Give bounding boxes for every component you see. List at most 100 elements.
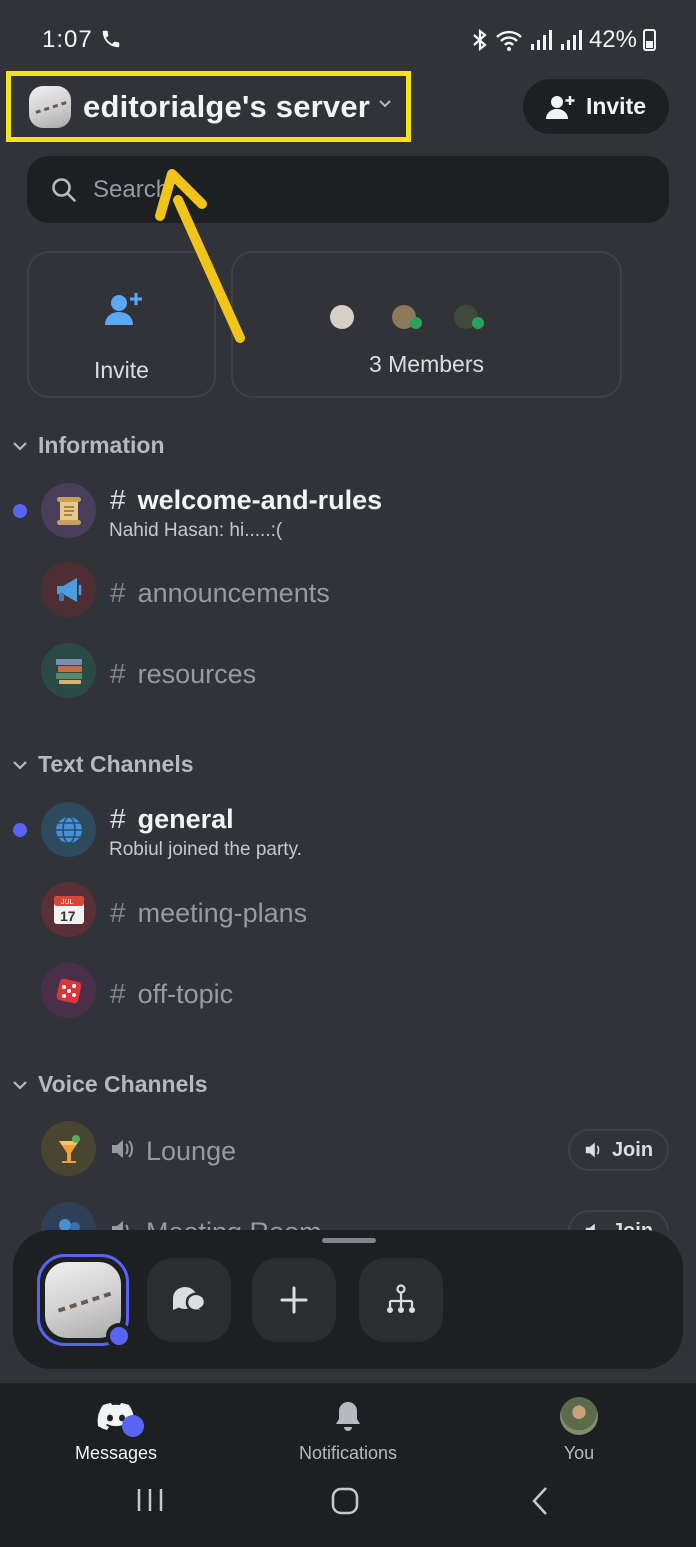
nav-you[interactable]: You	[504, 1395, 654, 1464]
channel-announcements[interactable]: # announcements	[0, 555, 696, 631]
search-icon	[52, 177, 76, 202]
join-voice-button[interactable]: Join	[568, 1210, 669, 1231]
channel-name: # welcome-and-rules	[110, 484, 382, 516]
category-label: Text Channels	[38, 751, 194, 777]
channel-preview: Nahid Hasan: hi.....:(	[109, 520, 283, 541]
battery-percent: 42%	[588, 26, 637, 53]
add-server-button[interactable]	[252, 1258, 336, 1342]
user-avatar	[560, 1397, 598, 1435]
chevron-down-icon	[13, 441, 27, 451]
header-invite-button[interactable]: Invite	[523, 79, 669, 134]
online-status-dot	[410, 317, 422, 329]
recent-apps-icon[interactable]	[135, 1486, 165, 1514]
calendar-month: JUL	[61, 899, 74, 906]
scroll-icon	[41, 483, 96, 538]
server-avatar	[29, 85, 71, 128]
tropical-drink-icon	[41, 1121, 96, 1176]
nav-icon-wrap	[273, 1395, 423, 1437]
member-avatar	[392, 305, 422, 329]
header-invite-label: Invite	[585, 93, 647, 119]
invite-card-label: Invite	[94, 357, 149, 383]
channel-name: # announcements	[110, 577, 330, 609]
nav-icon-wrap	[41, 1395, 191, 1437]
megaphone-icon	[41, 562, 96, 617]
join-label: Join	[611, 1138, 654, 1161]
people-icon	[41, 1202, 96, 1231]
hierarchy-icon	[387, 1284, 415, 1313]
hash-icon: #	[110, 484, 126, 515]
plus-icon	[280, 1286, 308, 1314]
unread-indicator	[13, 823, 27, 837]
unread-badge	[106, 1323, 132, 1349]
unread-indicator	[13, 504, 27, 518]
hash-icon: #	[110, 658, 126, 689]
channel-label: Lounge	[146, 1136, 237, 1166]
globe-icon	[41, 802, 96, 857]
voice-channel-lounge[interactable]: Lounge Join	[0, 1114, 696, 1190]
nav-messages-label: Messages	[74, 1443, 158, 1463]
chevron-down-icon	[13, 1080, 27, 1090]
channel-welcome-and-rules[interactable]: # welcome-and-rules Nahid Hasan: hi.....…	[0, 478, 696, 554]
bluetooth-icon	[473, 28, 487, 52]
channel-general[interactable]: # general Robiul joined the party.	[0, 797, 696, 873]
server-header[interactable]: editorialge's server	[6, 71, 411, 142]
drag-handle[interactable]	[322, 1238, 376, 1243]
server-dock	[13, 1230, 683, 1369]
voice-channel-meeting-room[interactable]: Meeting Room Join	[0, 1195, 696, 1231]
chevron-down-icon	[379, 99, 391, 107]
direct-messages-button[interactable]	[147, 1258, 231, 1342]
hash-icon: #	[110, 803, 126, 834]
channel-meeting-plans[interactable]: JUL 17 # meeting-plans	[0, 875, 696, 951]
channel-label: off-topic	[137, 979, 234, 1009]
hash-icon: #	[110, 978, 126, 1009]
channel-label: general	[137, 804, 234, 834]
nav-icon-wrap	[504, 1395, 654, 1437]
category-voice-channels[interactable]: Voice Channels	[12, 1071, 208, 1098]
nav-you-label: You	[563, 1443, 595, 1463]
system-nav-bar	[0, 1468, 696, 1547]
join-voice-button[interactable]: Join	[568, 1129, 669, 1171]
wifi-icon	[496, 30, 522, 51]
channel-off-topic[interactable]: # off-topic	[0, 956, 696, 1032]
add-user-icon	[545, 95, 575, 119]
back-icon[interactable]	[530, 1486, 550, 1516]
members-count: 3 Members	[368, 351, 485, 377]
channel-name: Meeting Room	[110, 1217, 322, 1231]
calendar-icon: JUL 17	[41, 882, 96, 937]
home-icon[interactable]	[330, 1486, 360, 1516]
channel-resources[interactable]: # resources	[0, 636, 696, 712]
channel-label: resources	[137, 659, 257, 689]
category-information[interactable]: Information	[12, 432, 165, 459]
channel-label: meeting-plans	[137, 898, 308, 928]
nav-notifications-label: Notifications	[298, 1443, 398, 1463]
speaker-icon	[585, 1142, 600, 1158]
channel-label: Meeting Room	[146, 1217, 322, 1231]
channel-label: announcements	[137, 578, 330, 608]
bell-icon	[336, 1402, 360, 1431]
members-card[interactable]: 3 Members	[231, 251, 622, 398]
channel-label: welcome-and-rules	[137, 485, 383, 515]
hash-icon: #	[110, 897, 126, 928]
channel-preview: Robiul joined the party.	[109, 839, 302, 860]
online-status-dot	[472, 317, 484, 329]
chevron-down-icon	[13, 760, 27, 770]
server-name: editorialge's server	[83, 88, 371, 124]
category-text-channels[interactable]: Text Channels	[12, 751, 194, 778]
member-avatar	[330, 305, 354, 329]
search-bar[interactable]: Search	[27, 156, 669, 223]
nav-notifications[interactable]: Notifications	[273, 1395, 423, 1464]
channel-name: # meeting-plans	[110, 897, 307, 929]
server-discovery-button[interactable]	[359, 1258, 443, 1342]
member-avatar	[454, 305, 484, 329]
dock-server-editorialge[interactable]	[37, 1254, 132, 1349]
status-bar: 1:07 42%	[0, 0, 696, 78]
status-indicators: 42%	[471, 26, 656, 54]
speaker-icon	[112, 1140, 133, 1158]
messages-badge	[122, 1415, 144, 1437]
category-label: Voice Channels	[38, 1071, 208, 1097]
channel-name: # resources	[110, 658, 256, 690]
channel-name: Lounge	[110, 1136, 236, 1167]
status-time: 1:07	[42, 26, 93, 53]
channel-name: # general	[110, 803, 234, 835]
nav-messages[interactable]: Messages	[41, 1395, 191, 1464]
